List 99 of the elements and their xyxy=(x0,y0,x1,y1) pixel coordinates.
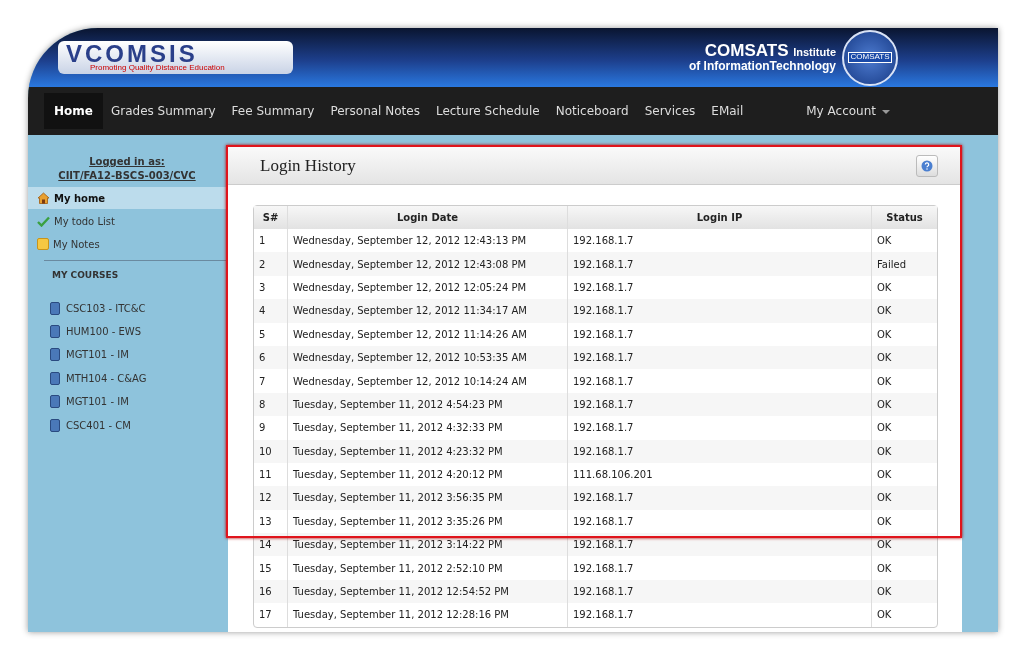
book-icon xyxy=(50,301,60,315)
table-cell: OK xyxy=(871,579,937,604)
table-cell: OK xyxy=(871,369,937,393)
table-cell: 192.168.1.7 xyxy=(567,603,871,627)
book-icon xyxy=(50,325,60,339)
table-cell: OK xyxy=(871,392,937,417)
table-cell: Tuesday, September 11, 2012 4:32:33 PM xyxy=(287,416,567,440)
checkmark-icon xyxy=(37,215,50,227)
table-cell-text: 1 xyxy=(258,234,267,249)
course-item[interactable]: MTH104 - C&AG xyxy=(28,366,226,391)
emblem-text: COMSATS xyxy=(847,52,893,63)
table-cell-text: 3 xyxy=(258,280,267,295)
book-icon xyxy=(50,418,60,432)
table-cell: 6 xyxy=(254,345,287,370)
table-cell: OK xyxy=(871,603,937,627)
column-header[interactable]: Login IP xyxy=(567,206,871,229)
table-cell: 12 xyxy=(254,486,287,510)
table-cell: Tuesday, September 11, 2012 12:28:16 PM xyxy=(287,603,567,627)
table-cell: OK xyxy=(871,533,937,557)
table-cell-text: 5 xyxy=(258,327,267,342)
nav-item[interactable]: Grades Summary xyxy=(102,93,224,129)
table-cell: 192.168.1.7 xyxy=(567,556,871,580)
course-item[interactable]: CSC103 - ITC&C xyxy=(28,296,226,320)
course-item[interactable]: CSC401 - CM xyxy=(28,413,226,437)
house-icon xyxy=(37,192,50,204)
table-cell: 192.168.1.7 xyxy=(567,392,871,417)
nav-item[interactable]: Home xyxy=(44,93,103,129)
logged-in-label: Logged in as: xyxy=(88,155,166,169)
section-heading: MY COURSES xyxy=(51,269,120,282)
table-cell: 4 xyxy=(254,299,287,323)
column-header[interactable]: Status xyxy=(871,206,937,229)
table-cell: Wednesday, September 12, 2012 12:43:08 PM xyxy=(287,252,567,276)
table-cell: Wednesday, September 12, 2012 10:53:35 AM xyxy=(287,345,567,370)
nav-item[interactable]: Personal Notes xyxy=(322,93,428,129)
book-icon xyxy=(50,395,60,409)
table-cell: Tuesday, September 11, 2012 3:14:22 PM xyxy=(287,533,567,557)
table-cell: Failed xyxy=(871,252,937,276)
table-cell: Tuesday, September 11, 2012 12:54:52 PM xyxy=(287,579,567,604)
table-cell: 14 xyxy=(254,533,287,557)
logo-text: VCOMSIS xyxy=(66,42,198,66)
table-cell: OK xyxy=(871,416,937,440)
table-cell: 192.168.1.7 xyxy=(567,416,871,440)
column-header[interactable]: Login Date xyxy=(287,206,567,229)
table-cell: 8 xyxy=(254,392,287,417)
table-cell: OK xyxy=(871,556,937,580)
table-cell: Wednesday, September 12, 2012 10:14:24 AM xyxy=(287,369,567,393)
help-icon xyxy=(921,159,933,172)
account-menu[interactable]: My Account xyxy=(798,93,898,129)
table-cell: 192.168.1.7 xyxy=(567,533,871,557)
table-cell-text: 15 xyxy=(258,561,273,576)
table-cell: 192.168.1.7 xyxy=(567,252,871,276)
institute-subtitle: of InformationTechnology xyxy=(688,60,836,73)
table-cell: 192.168.1.7 xyxy=(567,322,871,346)
book-icon xyxy=(50,371,60,385)
caret-icon xyxy=(882,109,890,114)
table-cell: 192.168.1.7 xyxy=(567,345,871,370)
table-cell: 2 xyxy=(254,252,287,276)
table-cell: 192.168.1.7 xyxy=(567,299,871,323)
table-cell: OK xyxy=(871,439,937,463)
table-cell: Tuesday, September 11, 2012 3:56:35 PM xyxy=(287,486,567,510)
nav-item[interactable]: Noticeboard xyxy=(547,93,637,129)
table-cell: 192.168.1.7 xyxy=(567,439,871,463)
table-cell: OK xyxy=(871,322,937,346)
institute-name: COMSATS Institute xyxy=(703,42,836,61)
nav-item[interactable]: Services xyxy=(636,93,704,129)
table-cell: Tuesday, September 11, 2012 4:23:32 PM xyxy=(287,439,567,463)
nav-item[interactable]: Fee Summary xyxy=(223,93,323,129)
table-cell-text: 7 xyxy=(258,374,267,389)
user-id-link[interactable]: CIIT/FA12-BSCS-003/CVC xyxy=(28,169,226,183)
table-cell-text: 11 xyxy=(258,468,273,483)
table-cell: 192.168.1.7 xyxy=(567,486,871,510)
sidebar-item[interactable]: My home xyxy=(28,187,226,209)
logo-tagline: Promoting Quality Distance Education xyxy=(90,64,226,72)
table-cell: OK xyxy=(871,299,937,323)
table-cell: Tuesday, September 11, 2012 4:54:23 PM xyxy=(287,392,567,417)
note-icon xyxy=(37,238,49,250)
table-cell: OK xyxy=(871,486,937,510)
table-cell-text: 13 xyxy=(258,514,273,529)
column-header[interactable]: S# xyxy=(254,206,287,229)
table-cell: OK xyxy=(871,345,937,370)
table-cell: Wednesday, September 12, 2012 11:14:26 AM xyxy=(287,322,567,346)
panel-title: Login History xyxy=(260,154,356,177)
course-item[interactable]: MGT101 - IM xyxy=(28,343,226,367)
table-cell: 10 xyxy=(254,439,287,463)
help-button[interactable] xyxy=(916,154,938,177)
table-cell-text: 9 xyxy=(258,421,267,436)
table-cell: 192.168.1.7 xyxy=(567,369,871,393)
course-item[interactable]: MGT101 - IM xyxy=(28,390,226,414)
table-cell: 16 xyxy=(254,579,287,604)
course-item[interactable]: HUM100 - EWS xyxy=(28,319,226,344)
table-cell: Tuesday, September 11, 2012 2:52:10 PM xyxy=(287,556,567,580)
nav-item[interactable]: Lecture Schedule xyxy=(427,93,548,129)
book-icon xyxy=(50,348,60,362)
table-cell: 192.168.1.7 xyxy=(567,579,871,604)
table-cell-text: 17 xyxy=(258,608,273,623)
sidebar-item[interactable]: My Notes xyxy=(28,233,226,255)
table-cell: Wednesday, September 12, 2012 11:34:17 AM xyxy=(287,299,567,323)
sidebar-item[interactable]: My todo List xyxy=(28,210,226,232)
nav-item[interactable]: EMail xyxy=(703,93,752,129)
